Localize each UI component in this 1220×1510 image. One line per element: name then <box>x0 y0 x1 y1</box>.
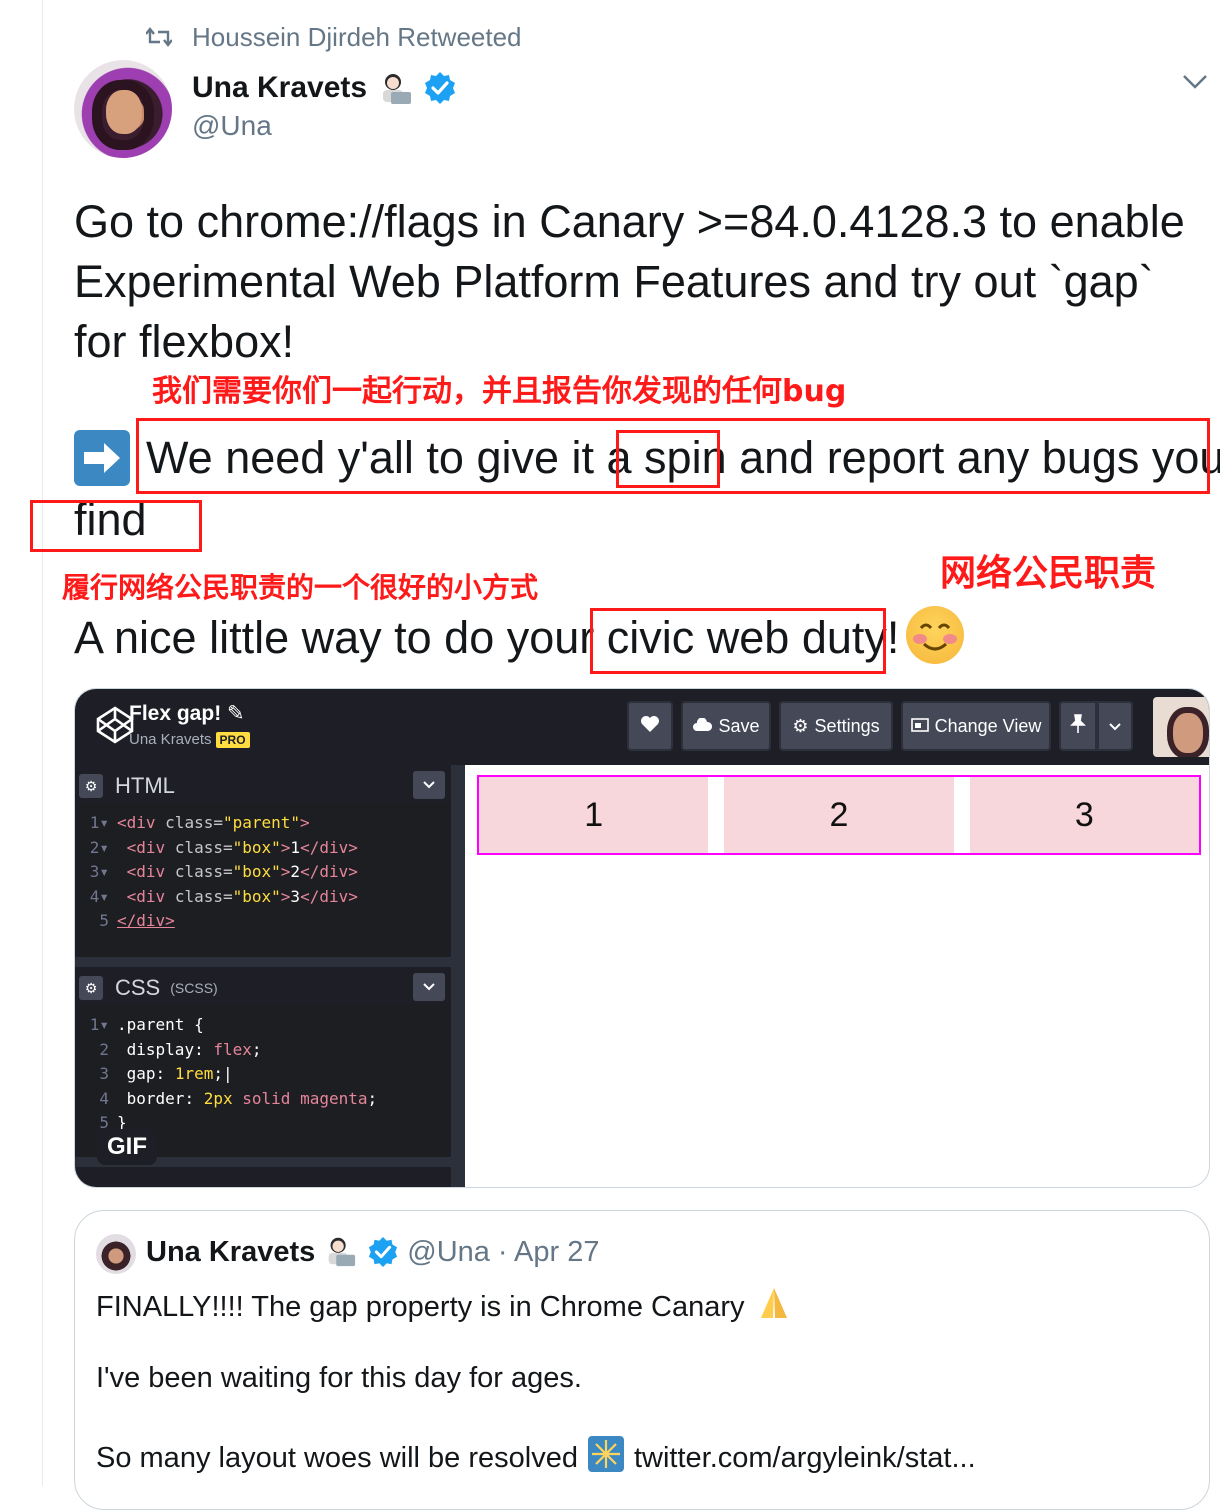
panel-resizer[interactable] <box>451 765 465 1187</box>
save-button[interactable]: Save <box>681 701 771 751</box>
folded-hands-emoji-icon <box>755 1286 793 1328</box>
quoted-line: FINALLY!!!! The gap property is in Chrom… <box>96 1286 793 1328</box>
codepen-header: Flex gap! ✎ Una Kravets PRO Save ⚙ Settin… <box>75 689 1209 765</box>
annotation-box-find <box>30 500 202 552</box>
code-line: 2▾ <div class="box">1</div> <box>89 837 358 857</box>
preview-parent: 1 2 3 <box>477 775 1201 855</box>
tweet-text: Go to chrome://flags in Canary >=84.0.41… <box>74 192 1204 372</box>
annotation-chinese-2: 履行网络公民职责的一个很好的小方式 <box>62 571 539 604</box>
quoted-handle[interactable]: @Una <box>407 1236 490 1269</box>
annotation-chinese-3: 网络公民职责 <box>940 553 1157 594</box>
code-line: 3 gap: 1rem;| <box>99 1064 233 1083</box>
pen-author[interactable]: Una Kravets PRO <box>129 731 250 748</box>
quoted-line: So many layout woes will be resolved twi… <box>96 1436 976 1480</box>
chevron-down-icon[interactable] <box>413 771 445 799</box>
pin-menu-button[interactable] <box>1097 701 1133 751</box>
verified-badge-icon <box>425 72 456 104</box>
gif-badge: GIF <box>97 1129 157 1165</box>
code-line: 5 </div> <box>99 911 175 930</box>
tweet-line: Go to chrome://flags in Canary >=84.0.41… <box>74 196 1185 247</box>
author-handle[interactable]: @Una <box>192 110 272 142</box>
code-line: 4 border: 2px solid magenta; <box>99 1088 378 1108</box>
right-arrow-emoji-icon <box>74 430 130 486</box>
preview-box: 3 <box>969 777 1199 853</box>
pin-icon <box>1070 713 1086 739</box>
html-panel-title: HTML <box>115 773 175 798</box>
save-label: Save <box>718 715 760 736</box>
gear-icon: ⚙ <box>792 715 809 736</box>
css-panel-header: ⚙ CSS (SCSS) <box>79 973 449 1003</box>
annotation-chinese-1: 我们需要你们一起行动，并且报告你发现的任何bug <box>152 374 847 409</box>
annotation-box-spin <box>616 430 720 488</box>
settings-button[interactable]: ⚙ Settings <box>779 701 893 751</box>
tweet-line-part: A nice little way to do your <box>74 612 607 663</box>
pen-author-name: Una Kravets <box>129 731 212 748</box>
change-view-button[interactable]: Change View <box>901 701 1051 751</box>
thread-line <box>42 0 43 1486</box>
css-panel-title: CSS <box>115 975 161 1000</box>
gear-icon[interactable]: ⚙ <box>79 976 103 1000</box>
heart-button[interactable] <box>627 701 673 751</box>
media-gif[interactable]: Flex gap! ✎ Una Kravets PRO Save ⚙ Settin… <box>74 688 1210 1188</box>
author-name-row[interactable]: Una Kravets <box>192 70 457 106</box>
css-panel-sub: (SCSS) <box>170 980 218 996</box>
tweet-line-part: ! <box>886 612 900 663</box>
preview-box: 2 <box>724 777 954 853</box>
quoted-author-row[interactable]: Una Kravets @Una · Apr 27 <box>146 1234 599 1270</box>
html-panel-header: ⚙ HTML <box>79 771 449 801</box>
gear-icon[interactable]: ⚙ <box>79 774 103 798</box>
settings-label: Settings <box>814 715 880 736</box>
technologist-emoji-icon <box>323 1234 359 1270</box>
pencil-icon[interactable]: ✎ <box>227 702 245 725</box>
quoted-text-3: So many layout woes will be resolved <box>96 1441 578 1474</box>
pen-title-text: Flex gap! <box>129 702 222 725</box>
pen-title[interactable]: Flex gap! ✎ <box>129 701 245 726</box>
panel-separator[interactable] <box>75 957 465 967</box>
heart-icon <box>640 715 660 738</box>
chevron-down-icon[interactable] <box>413 973 445 1001</box>
chevron-down-icon[interactable] <box>1180 72 1210 92</box>
sparkler-emoji-icon <box>587 1436 624 1480</box>
annotation-box-civic <box>590 608 886 674</box>
pin-button[interactable] <box>1059 701 1097 751</box>
pro-badge: PRO <box>215 732 250 748</box>
html-editor[interactable]: 1▾ <div class="parent"> 2▾ <div class="bo… <box>79 803 449 965</box>
quoted-date[interactable]: · Apr 27 <box>498 1236 600 1269</box>
quoted-text-1: FINALLY!!!! The gap property is in Chrom… <box>96 1290 745 1323</box>
verified-badge-icon <box>369 1236 398 1268</box>
retweet-icon <box>146 27 172 47</box>
quoted-author-name[interactable]: Una Kravets <box>146 1236 315 1269</box>
editor-panels: ⚙ HTML 1▾ <div class="parent"> 2▾ <div cl… <box>75 765 465 1187</box>
quoted-text-2: I've been waiting for this day for ages. <box>96 1362 582 1394</box>
cloud-icon <box>692 716 713 737</box>
author-name[interactable]: Una Kravets <box>192 71 367 105</box>
code-line: 2 display: flex; <box>99 1039 262 1059</box>
view-icon <box>910 716 929 737</box>
code-line: 1▾ <div class="parent"> <box>89 813 310 832</box>
technologist-emoji-icon <box>377 70 413 106</box>
quoted-link[interactable]: twitter.com/argyleink/stat... <box>634 1442 976 1475</box>
quoted-avatar[interactable] <box>96 1234 136 1274</box>
codepen-user-avatar[interactable] <box>1153 697 1209 757</box>
preview-box: 1 <box>479 777 709 853</box>
chevron-down-icon <box>1108 716 1122 737</box>
code-line: 1▾ .parent { <box>89 1015 204 1034</box>
smiling-face-emoji-icon <box>906 606 964 664</box>
code-line: 4▾ <div class="box">3</div> <box>89 886 358 906</box>
avatar[interactable] <box>74 60 172 158</box>
code-line: 3▾ <div class="box">2</div> <box>89 862 358 881</box>
retweet-label[interactable]: Houssein Djirdeh Retweeted <box>192 22 522 53</box>
tweet-line: Experimental Web Platform Features and t… <box>74 256 1154 307</box>
tweet-line: for flexbox! <box>74 316 295 367</box>
change-view-label: Change View <box>934 715 1042 736</box>
